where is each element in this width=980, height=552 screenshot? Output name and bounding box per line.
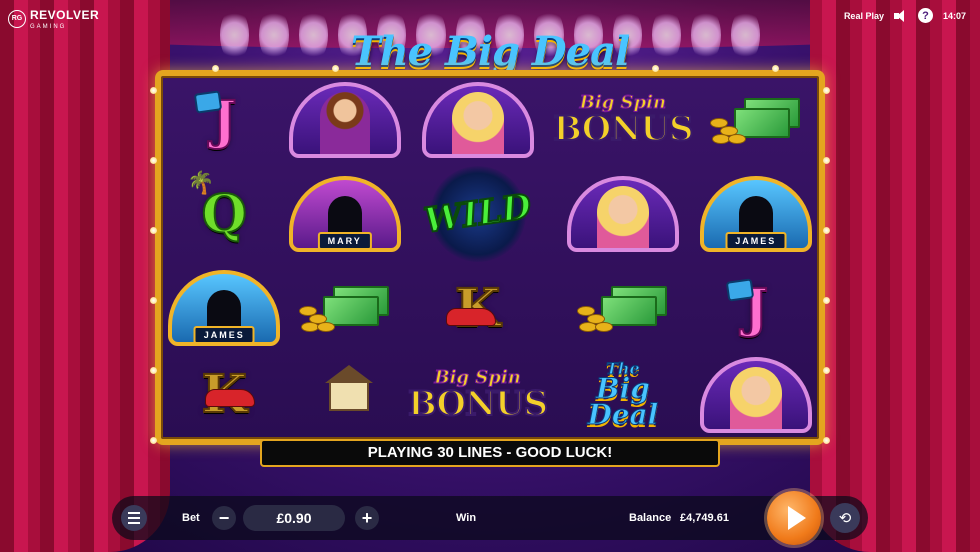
symbol-hostess: [408, 80, 547, 160]
car-icon: [205, 388, 255, 407]
symbol-bonus: Big Spin BONUS: [407, 355, 549, 435]
hostess-figure: [451, 92, 504, 155]
speaker-icon[interactable]: [893, 9, 908, 22]
bet-value: £0.90: [243, 505, 345, 531]
nameplate-mary: MARY: [317, 232, 372, 249]
symbol-logo: The Big Deal: [553, 355, 692, 435]
symbol-cash: [553, 268, 692, 348]
phone-icon: [725, 278, 754, 303]
cash-pile: [704, 88, 808, 152]
symbol-q: 🌴 Q: [167, 166, 281, 262]
nameplate-james: JAMES: [725, 232, 787, 249]
reel-frame: J Big Spin BONUS 🌴 Q MARY WILD JAMES JAM…: [150, 65, 830, 445]
symbol-j: J: [167, 80, 281, 160]
brand-badge: RG: [8, 9, 26, 28]
bet-label: Bet: [182, 512, 200, 524]
symbol-hostess: [699, 355, 813, 435]
bonus-word: BONUS: [552, 109, 694, 150]
reel-grid: J Big Spin BONUS 🌴 Q MARY WILD JAMES JAM…: [167, 80, 813, 435]
wild-globe: WILD: [421, 166, 535, 263]
cash-pile: [571, 276, 675, 340]
symbol-james: JAMES: [167, 268, 281, 348]
wild-text: WILD: [421, 186, 535, 243]
brand-name: REVOLVER: [30, 8, 100, 22]
curtain-right: [810, 0, 980, 552]
win-label: Win: [456, 512, 477, 524]
top-right-bar: Real Play ? 14:07: [844, 8, 966, 23]
spin-icon[interactable]: [767, 491, 821, 545]
symbol-james: JAMES: [699, 166, 813, 262]
mode-label[interactable]: Real Play: [844, 11, 884, 21]
status-message: PLAYING 30 LINES - GOOD LUCK!: [260, 439, 720, 467]
portrait-frame: [421, 82, 534, 159]
portrait-frame: MARY: [288, 176, 401, 253]
house-icon: [325, 364, 374, 411]
hostess-figure: [596, 186, 649, 249]
help-icon[interactable]: ?: [917, 8, 933, 23]
portrait-frame: JAMES: [699, 176, 812, 253]
big-deal-logo: The Big Deal: [587, 360, 659, 432]
symbol-cash: [287, 268, 401, 348]
portrait-frame: JAMES: [168, 270, 281, 347]
minus-icon[interactable]: −: [212, 506, 236, 530]
symbol-cash: [699, 80, 813, 160]
symbol-mary: MARY: [287, 166, 401, 262]
host-figure: [319, 92, 370, 155]
symbol-wild: WILD: [408, 166, 547, 263]
cash-pile: [293, 276, 397, 340]
symbol-j: J: [699, 268, 813, 348]
plus-icon[interactable]: +: [355, 506, 379, 530]
symbol-k-car: K: [408, 268, 547, 348]
game-title: The Big Deal: [350, 28, 630, 75]
portrait-frame: [288, 82, 401, 159]
symbol-a-house: [287, 355, 401, 435]
symbol-hostess: [553, 166, 692, 262]
symbol-host: [287, 80, 401, 160]
balance-label: Balance: [629, 512, 672, 524]
nameplate-james: JAMES: [193, 326, 255, 343]
hostess-figure: [729, 366, 782, 429]
phone-icon: [193, 90, 223, 114]
balance-value: £4,749.61: [680, 512, 729, 524]
palm-icon: 🌴: [187, 170, 215, 196]
portrait-frame: [566, 176, 679, 253]
car-icon: [445, 308, 496, 327]
clock: 14:07: [942, 10, 966, 21]
bonus-word: BONUS: [407, 383, 549, 424]
curtain-left: [0, 0, 170, 552]
autoplay-icon[interactable]: ⟲: [830, 503, 860, 533]
menu-icon[interactable]: [121, 505, 147, 531]
portrait-frame: [699, 356, 812, 433]
symbol-k-car: K: [167, 355, 281, 435]
symbol-bonus: Big Spin BONUS: [552, 80, 694, 160]
logo-word-deal: Deal: [587, 398, 659, 432]
